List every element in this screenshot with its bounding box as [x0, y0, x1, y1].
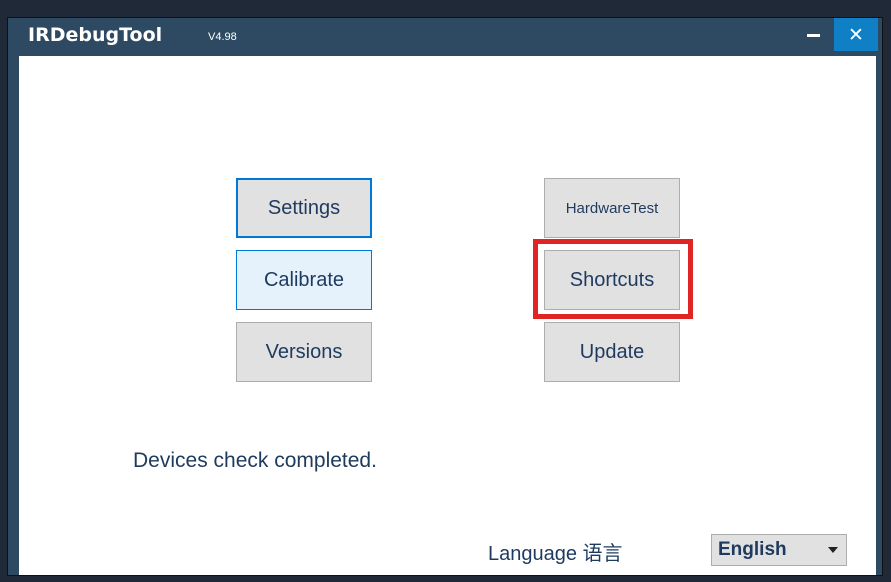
versions-button[interactable]: Versions — [236, 322, 372, 382]
calibrate-button[interactable]: Calibrate — [236, 250, 372, 310]
hardware-test-button-label: HardwareTest — [565, 199, 659, 217]
title-bar[interactable]: IRDebugTool V4.98 ✕ — [8, 18, 882, 52]
language-select-value: English — [718, 539, 787, 560]
language-label: Language 语言 — [488, 543, 623, 565]
settings-button[interactable]: Settings — [236, 178, 372, 238]
dropdown-arrow-icon — [828, 547, 838, 553]
calibrate-button-label: Calibrate — [263, 268, 345, 291]
language-select[interactable]: English — [711, 534, 847, 566]
update-button-label: Update — [579, 340, 645, 363]
settings-button-label: Settings — [267, 196, 341, 219]
close-button[interactable]: ✕ — [834, 18, 878, 51]
update-button[interactable]: Update — [544, 322, 680, 382]
shortcuts-highlight-box — [533, 239, 693, 319]
hardware-test-button[interactable]: HardwareTest — [544, 178, 680, 238]
status-message: Devices check completed. — [133, 449, 377, 472]
app-title: IRDebugTool — [28, 24, 163, 46]
versions-button-label: Versions — [265, 340, 343, 363]
main-panel — [19, 56, 876, 575]
app-version: V4.98 — [208, 31, 237, 43]
minimize-icon — [806, 33, 820, 37]
close-icon: ✕ — [848, 23, 864, 46]
minimize-button[interactable] — [798, 21, 828, 49]
